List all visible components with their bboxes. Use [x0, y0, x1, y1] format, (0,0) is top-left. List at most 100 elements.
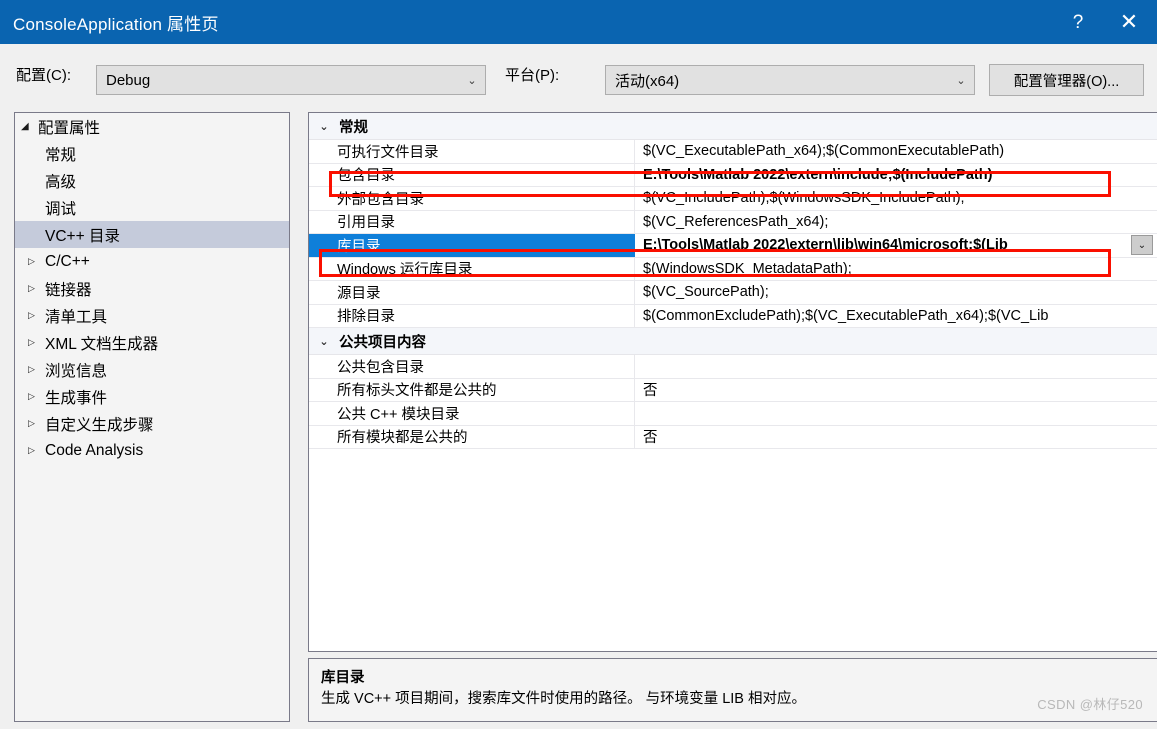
property-row[interactable]: Windows 运行库目录$(WindowsSDK_MetadataPath);	[309, 258, 1157, 282]
tree-item-label: 链接器	[45, 278, 289, 300]
window-title: ConsoleApplication 属性页	[13, 10, 219, 35]
property-row[interactable]: 外部包含目录$(VC_IncludePath);$(WindowsSDK_Inc…	[309, 187, 1157, 211]
property-value[interactable]: $(CommonExcludePath);$(VC_ExecutablePath…	[635, 305, 1157, 328]
property-value[interactable]: E:\Tools\Matlab 2022\extern\lib\win64\mi…	[635, 234, 1157, 257]
title-bar: ConsoleApplication 属性页 ? ✕	[0, 0, 1157, 44]
tree-item-9[interactable]: ▷浏览信息	[15, 356, 289, 383]
description-panel: 库目录 生成 VC++ 项目期间，搜索库文件时使用的路径。 与环境变量 LIB …	[308, 658, 1157, 722]
chevron-down-icon: ⌄	[309, 335, 339, 348]
description-title: 库目录	[321, 666, 1145, 687]
description-body: 生成 VC++ 项目期间，搜索库文件时使用的路径。 与环境变量 LIB 相对应。	[321, 690, 1145, 710]
tree-item-6[interactable]: ▷链接器	[15, 275, 289, 302]
tree-item-label: 调试	[45, 197, 289, 219]
watermark: CSDN @林仔520	[1037, 694, 1143, 713]
property-name: 外部包含目录	[309, 187, 635, 210]
section-title: 常规	[339, 116, 1157, 137]
tree-item-label: 生成事件	[45, 386, 289, 408]
property-name: 所有标头文件都是公共的	[309, 379, 635, 402]
property-value[interactable]: $(VC_SourcePath);	[635, 281, 1157, 304]
property-name: 库目录	[309, 234, 635, 257]
property-name: Windows 运行库目录	[309, 258, 635, 281]
property-row[interactable]: 引用目录$(VC_ReferencesPath_x64);	[309, 211, 1157, 235]
property-name: 公共包含目录	[309, 355, 635, 378]
tree-item-10[interactable]: ▷生成事件	[15, 383, 289, 410]
chevron-collapsed-icon[interactable]: ▷	[28, 446, 45, 455]
tree-item-label: 浏览信息	[45, 359, 289, 381]
platform-value: 活动(x64)	[606, 70, 948, 91]
property-row[interactable]: 所有标头文件都是公共的否	[309, 379, 1157, 403]
tree-item-11[interactable]: ▷自定义生成步骤	[15, 410, 289, 437]
value-dropdown-button[interactable]: ⌄	[1131, 235, 1153, 255]
tree-item-label: C/C++	[45, 253, 289, 271]
tree-item-8[interactable]: ▷XML 文档生成器	[15, 329, 289, 356]
configuration-dropdown[interactable]: Debug ⌄	[96, 65, 486, 95]
property-name: 引用目录	[309, 211, 635, 234]
tree-item-7[interactable]: ▷清单工具	[15, 302, 289, 329]
tree-item-0[interactable]: ◢配置属性	[15, 113, 289, 140]
property-value[interactable]: $(VC_ExecutablePath_x64);$(CommonExecuta…	[635, 140, 1157, 163]
close-button[interactable]: ✕	[1101, 0, 1157, 44]
platform-dropdown[interactable]: 活动(x64) ⌄	[605, 65, 975, 95]
platform-label: 平台(P):	[505, 64, 559, 85]
property-value[interactable]: E:\Tools\Matlab 2022\extern\include;$(In…	[635, 164, 1157, 187]
chevron-down-icon: ⌄	[459, 74, 485, 87]
chevron-expanded-icon[interactable]: ◢	[21, 122, 38, 132]
property-row[interactable]: 包含目录E:\Tools\Matlab 2022\extern\include;…	[309, 164, 1157, 188]
chevron-collapsed-icon[interactable]: ▷	[28, 392, 45, 401]
configuration-tree[interactable]: ◢配置属性常规高级调试VC++ 目录▷C/C++▷链接器▷清单工具▷XML 文档…	[14, 112, 290, 722]
property-name: 所有模块都是公共的	[309, 426, 635, 449]
property-name: 可执行文件目录	[309, 140, 635, 163]
chevron-collapsed-icon[interactable]: ▷	[28, 311, 45, 320]
configuration-value: Debug	[97, 72, 459, 89]
tree-item-label: VC++ 目录	[45, 224, 289, 246]
property-value[interactable]	[635, 355, 1157, 378]
property-value[interactable]: $(WindowsSDK_MetadataPath);	[635, 258, 1157, 281]
property-row[interactable]: 库目录E:\Tools\Matlab 2022\extern\lib\win64…	[309, 234, 1157, 258]
chevron-collapsed-icon[interactable]: ▷	[28, 284, 45, 293]
configuration-manager-button[interactable]: 配置管理器(O)...	[989, 64, 1144, 96]
property-row[interactable]: 排除目录$(CommonExcludePath);$(VC_Executable…	[309, 305, 1157, 329]
chevron-down-icon: ⌄	[309, 120, 339, 133]
tree-item-2[interactable]: 高级	[15, 167, 289, 194]
property-row[interactable]: 公共包含目录	[309, 355, 1157, 379]
property-name: 排除目录	[309, 305, 635, 328]
tree-item-12[interactable]: ▷Code Analysis	[15, 437, 289, 464]
tree-item-label: XML 文档生成器	[45, 332, 289, 354]
property-value[interactable]: $(VC_IncludePath);$(WindowsSDK_IncludePa…	[635, 187, 1157, 210]
section-header-0[interactable]: ⌄常规	[309, 113, 1157, 140]
property-pages-window: ConsoleApplication 属性页 ? ✕ 配置(C): 平台(P):…	[0, 0, 1157, 729]
tree-item-label: Code Analysis	[45, 442, 289, 460]
property-grid-content: ⌄常规可执行文件目录$(VC_ExecutablePath_x64);$(Com…	[309, 113, 1157, 651]
property-row[interactable]: 源目录$(VC_SourcePath);	[309, 281, 1157, 305]
section-header-1[interactable]: ⌄公共项目内容	[309, 328, 1157, 355]
property-row[interactable]: 公共 C++ 模块目录	[309, 402, 1157, 426]
chevron-collapsed-icon[interactable]: ▷	[28, 365, 45, 374]
tree-item-label: 自定义生成步骤	[45, 413, 289, 435]
tree-item-label: 配置属性	[38, 116, 289, 138]
property-value[interactable]: 否	[635, 426, 1157, 449]
property-row[interactable]: 可执行文件目录$(VC_ExecutablePath_x64);$(Common…	[309, 140, 1157, 164]
tree-item-label: 高级	[45, 170, 289, 192]
chevron-collapsed-icon[interactable]: ▷	[28, 419, 45, 428]
property-value[interactable]: 否	[635, 379, 1157, 402]
chevron-collapsed-icon[interactable]: ▷	[28, 338, 45, 347]
property-value[interactable]: $(VC_ReferencesPath_x64);	[635, 211, 1157, 234]
tree-list: ◢配置属性常规高级调试VC++ 目录▷C/C++▷链接器▷清单工具▷XML 文档…	[15, 113, 289, 464]
property-grid[interactable]: ⌄常规可执行文件目录$(VC_ExecutablePath_x64);$(Com…	[308, 112, 1157, 652]
property-value[interactable]	[635, 402, 1157, 425]
configuration-label: 配置(C):	[16, 64, 71, 85]
property-name: 源目录	[309, 281, 635, 304]
help-button[interactable]: ?	[1055, 0, 1101, 44]
property-name: 包含目录	[309, 164, 635, 187]
tree-item-4[interactable]: VC++ 目录	[15, 221, 289, 248]
section-title: 公共项目内容	[339, 331, 1157, 352]
tree-item-5[interactable]: ▷C/C++	[15, 248, 289, 275]
chevron-collapsed-icon[interactable]: ▷	[28, 257, 45, 266]
tree-item-1[interactable]: 常规	[15, 140, 289, 167]
tree-item-label: 清单工具	[45, 305, 289, 327]
property-row[interactable]: 所有模块都是公共的否	[309, 426, 1157, 450]
tree-item-label: 常规	[45, 143, 289, 165]
property-name: 公共 C++ 模块目录	[309, 402, 635, 425]
tree-item-3[interactable]: 调试	[15, 194, 289, 221]
chevron-down-icon: ⌄	[948, 74, 974, 87]
